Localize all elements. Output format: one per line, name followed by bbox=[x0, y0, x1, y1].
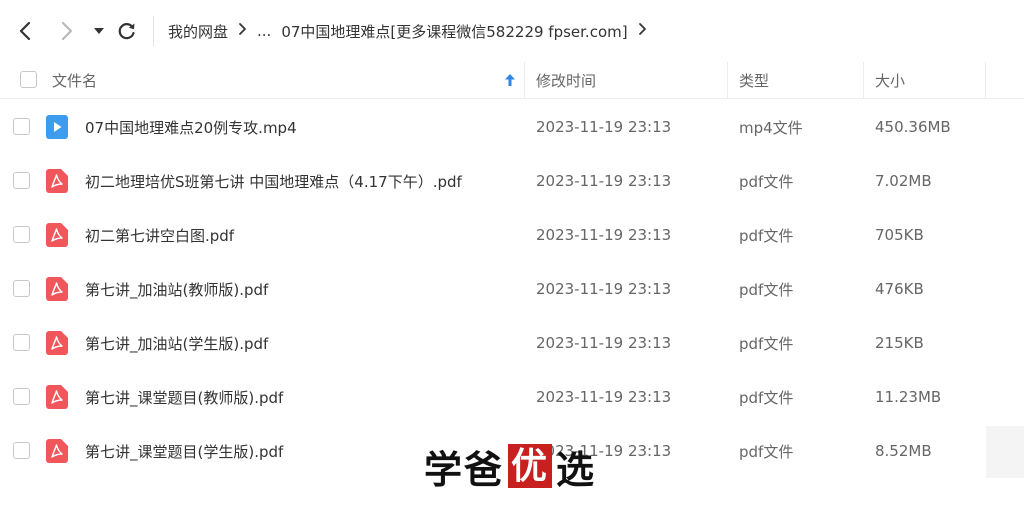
file-name[interactable]: 初二地理培优S班第七讲 中国地理难点（4.17下午）.pdf bbox=[85, 154, 462, 208]
file-type: pdf文件 bbox=[739, 226, 794, 245]
column-header-size[interactable]: 大小 bbox=[875, 62, 905, 98]
file-size: 705KB bbox=[875, 226, 924, 244]
file-name[interactable]: 第七讲_课堂题目(学生版).pdf bbox=[85, 424, 283, 478]
nav-separator bbox=[153, 16, 154, 46]
file-name[interactable]: 第七讲_课堂题目(教师版).pdf bbox=[85, 370, 283, 424]
pdf-file-icon bbox=[46, 169, 68, 193]
breadcrumb-ellipsis[interactable]: ... bbox=[257, 22, 271, 40]
file-row[interactable]: 初二第七讲空白图.pdf 2023-11-19 23:13 pdf文件 705K… bbox=[0, 208, 1024, 262]
scrollbar-thumb[interactable] bbox=[986, 426, 1024, 478]
column-header-name[interactable]: 文件名 bbox=[52, 62, 97, 98]
column-divider[interactable] bbox=[863, 62, 864, 98]
column-divider[interactable] bbox=[524, 62, 525, 98]
pdf-file-icon bbox=[46, 385, 68, 409]
row-checkbox[interactable] bbox=[13, 226, 30, 243]
chevron-left-icon bbox=[19, 21, 31, 41]
file-modified: 2023-11-19 23:13 bbox=[536, 280, 672, 298]
column-header-type[interactable]: 类型 bbox=[739, 62, 769, 98]
refresh-button[interactable] bbox=[114, 18, 140, 44]
chevron-right-icon bbox=[238, 22, 247, 40]
file-type: pdf文件 bbox=[739, 172, 794, 191]
watermark-logo: 学爸 优 选 bbox=[424, 444, 596, 492]
watermark-seal: 优 bbox=[508, 444, 553, 488]
pdf-file-icon bbox=[46, 331, 68, 355]
pdf-file-icon bbox=[46, 277, 68, 301]
file-name[interactable]: 初二第七讲空白图.pdf bbox=[85, 208, 234, 262]
file-modified: 2023-11-19 23:13 bbox=[536, 172, 672, 190]
pdf-file-icon bbox=[46, 223, 68, 247]
file-size: 7.02MB bbox=[875, 172, 932, 190]
file-type: pdf文件 bbox=[739, 442, 794, 461]
file-modified: 2023-11-19 23:13 bbox=[536, 334, 672, 352]
file-size: 8.52MB bbox=[875, 442, 932, 460]
refresh-icon bbox=[118, 23, 135, 40]
select-all-checkbox[interactable] bbox=[20, 71, 37, 88]
file-row[interactable]: 07中国地理难点20例专攻.mp4 2023-11-19 23:13 mp4文件… bbox=[0, 100, 1024, 154]
back-button[interactable] bbox=[12, 18, 38, 44]
chevron-right-icon[interactable] bbox=[638, 22, 647, 40]
row-checkbox[interactable] bbox=[13, 280, 30, 297]
history-dropdown-button[interactable] bbox=[86, 18, 112, 44]
file-size: 11.23MB bbox=[875, 388, 942, 406]
file-row[interactable]: 初二地理培优S班第七讲 中国地理难点（4.17下午）.pdf 2023-11-1… bbox=[0, 154, 1024, 208]
forward-button[interactable] bbox=[54, 18, 80, 44]
file-type: pdf文件 bbox=[739, 280, 794, 299]
file-type: pdf文件 bbox=[739, 334, 794, 353]
column-divider[interactable] bbox=[985, 62, 986, 98]
watermark-text: 选 bbox=[556, 446, 597, 492]
caret-down-icon bbox=[94, 28, 104, 34]
row-checkbox[interactable] bbox=[13, 172, 30, 189]
file-row[interactable]: 第七讲_加油站(教师版).pdf 2023-11-19 23:13 pdf文件 … bbox=[0, 262, 1024, 316]
breadcrumb-current[interactable]: 07中国地理难点[更多课程微信582229 fpser.com] bbox=[281, 21, 627, 42]
file-size: 450.36MB bbox=[875, 118, 951, 136]
file-modified: 2023-11-19 23:13 bbox=[536, 118, 672, 136]
sort-ascending-icon[interactable] bbox=[504, 62, 516, 98]
video-file-icon bbox=[46, 115, 68, 139]
file-modified: 2023-11-19 23:13 bbox=[536, 388, 672, 406]
file-size: 215KB bbox=[875, 334, 924, 352]
file-name[interactable]: 第七讲_加油站(学生版).pdf bbox=[85, 316, 268, 370]
file-row[interactable]: 第七讲_加油站(学生版).pdf 2023-11-19 23:13 pdf文件 … bbox=[0, 316, 1024, 370]
file-name[interactable]: 第七讲_加油站(教师版).pdf bbox=[85, 262, 268, 316]
file-modified: 2023-11-19 23:13 bbox=[536, 226, 672, 244]
breadcrumb: 我的网盘 ... 07中国地理难点[更多课程微信582229 fpser.com… bbox=[168, 19, 657, 43]
file-list-header: 文件名 修改时间 类型 大小 bbox=[0, 62, 1024, 99]
row-checkbox[interactable] bbox=[13, 118, 30, 135]
navigation-bar: 我的网盘 ... 07中国地理难点[更多课程微信582229 fpser.com… bbox=[0, 0, 1024, 62]
breadcrumb-root[interactable]: 我的网盘 bbox=[168, 21, 228, 42]
column-divider[interactable] bbox=[727, 62, 728, 98]
column-header-modified[interactable]: 修改时间 bbox=[536, 62, 596, 98]
watermark-text: 学爸 bbox=[424, 446, 505, 492]
row-checkbox[interactable] bbox=[13, 442, 30, 459]
file-name[interactable]: 07中国地理难点20例专攻.mp4 bbox=[85, 100, 297, 154]
pdf-file-icon bbox=[46, 439, 68, 463]
chevron-right-icon bbox=[61, 21, 73, 41]
file-row[interactable]: 第七讲_课堂题目(教师版).pdf 2023-11-19 23:13 pdf文件… bbox=[0, 370, 1024, 424]
file-type: pdf文件 bbox=[739, 388, 794, 407]
file-type: mp4文件 bbox=[739, 118, 803, 137]
row-checkbox[interactable] bbox=[13, 334, 30, 351]
file-size: 476KB bbox=[875, 280, 924, 298]
row-checkbox[interactable] bbox=[13, 388, 30, 405]
